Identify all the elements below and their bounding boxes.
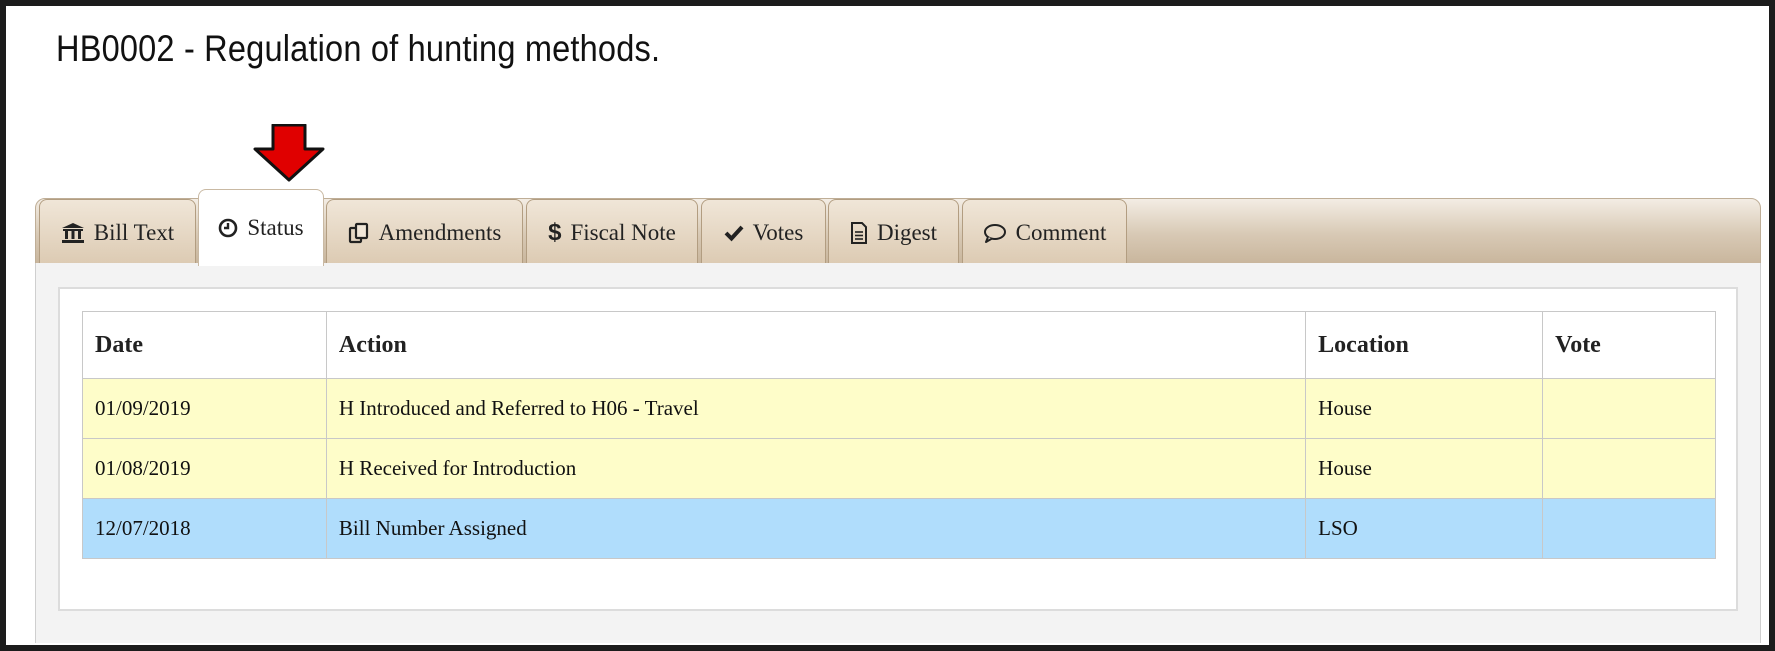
cell-location: House — [1305, 438, 1544, 499]
cell-location: LSO — [1305, 498, 1544, 559]
tab-label-bill-text: Bill Text — [93, 219, 175, 245]
cell-date: 01/09/2019 — [82, 378, 327, 439]
tab-bar: Bill Text Status Amendments $ Fiscal Not… — [35, 189, 1761, 266]
column-header-date: Date — [82, 311, 327, 379]
tab-label-votes: Votes — [752, 219, 804, 245]
cell-action: Bill Number Assigned — [325, 498, 1307, 559]
cell-vote — [1542, 498, 1716, 559]
tab-label-digest: Digest — [876, 219, 938, 245]
tab-digest[interactable]: Digest — [828, 199, 959, 265]
cell-vote — [1542, 378, 1716, 439]
clock-icon — [218, 218, 238, 238]
screenshot-frame: HB0002 - Regulation of hunting methods. … — [0, 0, 1775, 651]
table-row: 01/08/2019 H Received for Introduction H… — [82, 438, 1716, 499]
table-row: 01/09/2019 H Introduced and Referred to … — [82, 378, 1716, 439]
document-icon — [850, 221, 868, 244]
tab-fiscal-note[interactable]: $ Fiscal Note — [526, 199, 698, 265]
status-table: Date Action Location Vote 01/09/2019 H I… — [82, 311, 1716, 559]
cell-date: 12/07/2018 — [82, 498, 327, 559]
tab-label-comment: Comment — [1015, 219, 1107, 245]
tab-label-fiscal-note: Fiscal Note — [570, 219, 676, 245]
tab-label-status: Status — [247, 215, 304, 240]
tab-label-amendments: Amendments — [378, 219, 502, 245]
cell-date: 01/08/2019 — [82, 438, 327, 499]
comment-icon — [983, 223, 1007, 243]
tab-votes[interactable]: Votes — [701, 199, 826, 265]
cell-vote — [1542, 438, 1716, 499]
tab-bill-text[interactable]: Bill Text — [39, 199, 196, 265]
dollar-icon: $ — [548, 218, 562, 246]
page-title: HB0002 - Regulation of hunting methods. — [56, 28, 661, 69]
status-table-container: Date Action Location Vote 01/09/2019 H I… — [58, 287, 1738, 611]
bank-icon — [61, 222, 85, 244]
cell-location: House — [1305, 378, 1544, 439]
tab-status[interactable]: Status — [198, 189, 324, 266]
column-header-action: Action — [325, 311, 1307, 379]
red-down-arrow-icon — [253, 124, 325, 182]
checkmark-icon — [724, 224, 744, 242]
column-header-vote: Vote — [1542, 311, 1716, 379]
table-header-row: Date Action Location Vote — [82, 311, 1716, 379]
cell-action: H Introduced and Referred to H06 - Trave… — [325, 378, 1307, 439]
cell-action: H Received for Introduction — [325, 438, 1307, 499]
tab-comment[interactable]: Comment — [962, 199, 1127, 265]
table-row: 12/07/2018 Bill Number Assigned LSO — [82, 498, 1716, 559]
status-panel: Date Action Location Vote 01/09/2019 H I… — [35, 263, 1761, 643]
column-header-location: Location — [1305, 311, 1544, 379]
copy-icon — [348, 222, 370, 244]
tab-amendments[interactable]: Amendments — [326, 199, 523, 265]
